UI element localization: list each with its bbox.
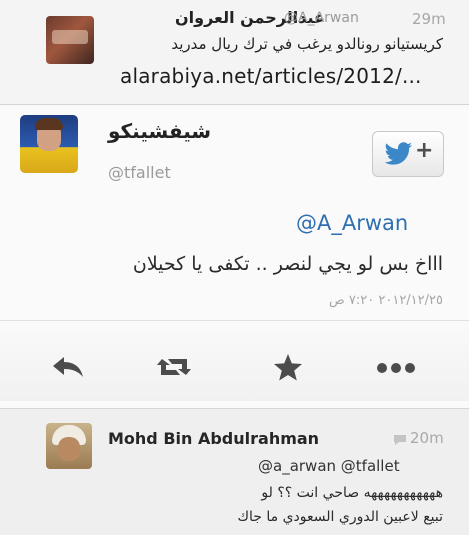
tweet-actions-bar (0, 321, 469, 401)
reply-tweet[interactable]: Mohd Bin Abdulrahman 20m @a_arwan @tfall… (0, 408, 469, 535)
avatar[interactable] (46, 423, 92, 469)
tweet-author-name[interactable]: شيفشينكو (108, 119, 211, 143)
follow-plus-label: + (415, 138, 434, 163)
favorite-icon (274, 354, 302, 381)
more-icon (377, 363, 415, 373)
tweet-text-line: هههههههههههه صاحي انت ؟؟ لو (261, 485, 443, 501)
tweet-timestamp: ٢٠١٢/١٢/٢٥ ٧:٢٠ ص (329, 293, 443, 308)
tweet-mention[interactable]: @A_Arwan (296, 211, 408, 235)
twitter-bird-icon (384, 142, 412, 165)
main-tweet: شيفشينكو @tfallet + @A_Arwan اااخ بس لو … (0, 105, 469, 408)
tweet-text: اااخ بس لو يجي لنصر .. تكفى يا كحيلان (132, 253, 443, 275)
reply-button[interactable] (50, 351, 86, 383)
tweet-text: كريستيانو رونالدو يرغب في ترك ريال مدريد (171, 35, 443, 53)
retweet-icon (157, 359, 191, 375)
top-tweet[interactable]: عبدالرحمن العروان @A_Arwan 29m كريستيانو… (0, 0, 469, 105)
tweet-author-handle: @tfallet (108, 163, 171, 182)
follow-button[interactable]: + (372, 131, 444, 177)
more-button[interactable] (374, 351, 418, 383)
mention-link[interactable]: @A_Arwan (296, 211, 408, 235)
tweet-text-line: تبيع لاعبين الدوري السعودي ما جاك (237, 509, 443, 525)
tweet-link[interactable]: alarabiya.net/articles/2012/... (120, 64, 422, 88)
reply-icon (53, 357, 83, 377)
retweet-button[interactable] (154, 351, 194, 383)
tweet-time: 29m (412, 10, 446, 28)
favorite-button[interactable] (270, 351, 306, 383)
tweet-author-name: Mohd Bin Abdulrahman (108, 429, 320, 448)
avatar[interactable] (20, 115, 78, 173)
conversation-bubble-icon (394, 435, 406, 445)
avatar[interactable] (46, 16, 94, 64)
twitter-conversation-screen: عبدالرحمن العروان @A_Arwan 29m كريستيانو… (0, 0, 469, 535)
tweet-time: 20m (410, 429, 444, 447)
tweet-author-handle: @A_Arwan (284, 10, 359, 26)
tweet-mentions[interactable]: @a_arwan @tfallet (258, 457, 400, 475)
